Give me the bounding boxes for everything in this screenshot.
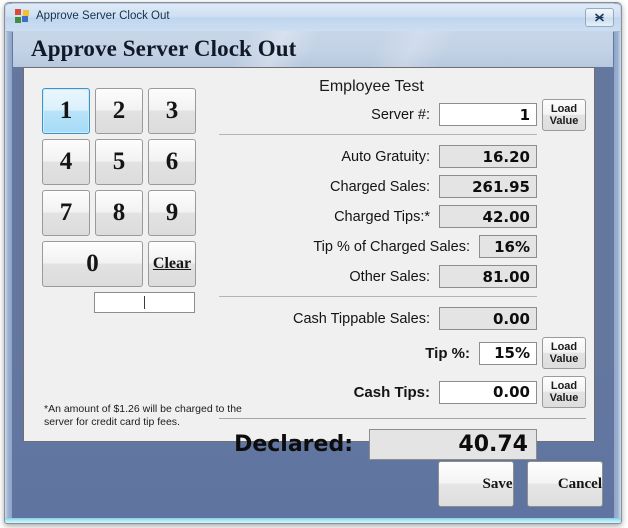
charged-tips-value: 42.00 xyxy=(439,205,537,228)
charged-tips-row: Charged Tips:* 42.00 xyxy=(219,204,586,229)
tip-percent-input[interactable]: 15% xyxy=(479,341,537,365)
keypad-key-1[interactable]: 1 xyxy=(42,88,90,134)
cash-tippable-sales-value: 0.00 xyxy=(439,307,537,330)
window-title: Approve Server Clock Out xyxy=(36,10,170,22)
tip-percent-of-charged-sales-row: Tip % of Charged Sales: 16% xyxy=(219,234,586,259)
other-sales-label: Other Sales: xyxy=(349,268,430,285)
cash-tips-label: Cash Tips: xyxy=(353,383,430,401)
tip-percent-label: Tip %: xyxy=(425,344,470,362)
keypad-key-2[interactable]: 2 xyxy=(95,88,143,134)
charged-sales-row: Charged Sales: 261.95 xyxy=(219,174,586,199)
keypad-row: 7 8 9 xyxy=(42,190,196,236)
application-window: Approve Server Clock Out Approve Server … xyxy=(4,2,622,524)
keypad-key-8[interactable]: 8 xyxy=(95,190,143,236)
section-divider-2 xyxy=(219,296,537,297)
cash-tips-input[interactable]: 0.00 xyxy=(439,380,537,404)
declared-row: Declared: 40.74 xyxy=(219,429,586,460)
keypad-key-5[interactable]: 5 xyxy=(95,139,143,185)
numeric-keypad: 1 2 3 4 5 6 7 8 9 0 Clear xyxy=(42,88,196,313)
keypad-row: 0 Clear xyxy=(42,241,196,287)
other-sales-row: Other Sales: 81.00 xyxy=(219,264,586,289)
keypad-key-3[interactable]: 3 xyxy=(148,88,196,134)
tip-percent-row: Tip %: 15% Load Value xyxy=(219,336,586,370)
keypad-key-0[interactable]: 0 xyxy=(42,241,143,287)
keypad-row: 1 2 3 xyxy=(42,88,196,134)
auto-gratuity-value: 16.20 xyxy=(439,145,537,168)
keypad-clear-button[interactable]: Clear xyxy=(148,241,196,287)
load-value-line2: Value xyxy=(549,353,579,365)
auto-gratuity-row: Auto Gratuity: 16.20 xyxy=(219,144,586,169)
dialog-footer: Save Cancel xyxy=(5,461,603,507)
window-frame-right-edge xyxy=(614,3,621,523)
cash-tips-load-value-button[interactable]: Load Value xyxy=(542,376,586,408)
declared-label: Declared: xyxy=(234,432,353,457)
tip-percent-of-charged-sales-value: 16% xyxy=(479,235,537,258)
close-icon xyxy=(594,13,605,22)
keypad-entry-input[interactable] xyxy=(94,292,195,313)
cash-tippable-sales-row: Cash Tippable Sales: 0.00 xyxy=(219,306,586,331)
keypad-key-6[interactable]: 6 xyxy=(148,139,196,185)
section-divider-1 xyxy=(219,134,537,135)
window-frame-bottom-edge xyxy=(5,518,621,523)
title-bar-left-group: Approve Server Clock Out xyxy=(15,9,170,24)
windows-logo-icon xyxy=(15,9,30,24)
desktop-background: Approve Server Clock Out Approve Server … xyxy=(0,0,628,528)
keypad-key-7[interactable]: 7 xyxy=(42,190,90,236)
clockout-form: Employee Test Server #: 1 Load Value Aut… xyxy=(219,78,586,460)
load-value-line1: Load xyxy=(550,380,578,392)
employee-name: Employee Test xyxy=(319,78,424,95)
server-number-load-value-button[interactable]: Load Value xyxy=(542,98,586,131)
server-number-row: Server #: 1 Load Value xyxy=(219,98,586,131)
declared-value: 40.74 xyxy=(369,429,537,460)
charged-tips-label: Charged Tips:* xyxy=(334,208,430,225)
load-value-line2: Value xyxy=(549,114,579,127)
server-number-input[interactable]: 1 xyxy=(439,103,537,126)
dialog-header-band: Approve Server Clock Out xyxy=(13,31,613,67)
cash-tippable-sales-label: Cash Tippable Sales: xyxy=(292,310,430,327)
page-title: Approve Server Clock Out xyxy=(31,36,297,61)
tip-percent-load-value-button[interactable]: Load Value xyxy=(542,337,586,369)
tip-percent-of-charged-sales-label: Tip % of Charged Sales: xyxy=(313,238,470,255)
main-content-panel: 1 2 3 4 5 6 7 8 9 0 Clear *An amount of … xyxy=(23,67,595,460)
cash-tips-row: Cash Tips: 0.00 Load Value xyxy=(219,375,586,409)
load-value-line1: Load xyxy=(550,341,578,353)
server-number-label: Server #: xyxy=(371,106,430,123)
charged-sales-value: 261.95 xyxy=(439,175,537,198)
keypad-key-4[interactable]: 4 xyxy=(42,139,90,185)
credit-card-fee-footnote: *An amount of $1.26 will be charged to t… xyxy=(44,403,242,428)
text-caret xyxy=(143,296,145,309)
save-button[interactable]: Save xyxy=(437,461,514,507)
title-bar[interactable]: Approve Server Clock Out xyxy=(6,4,620,32)
charged-sales-label: Charged Sales: xyxy=(330,178,430,195)
section-divider-3 xyxy=(219,418,586,419)
keypad-row: 4 5 6 xyxy=(42,139,196,185)
auto-gratuity-label: Auto Gratuity: xyxy=(341,148,430,165)
load-value-line2: Value xyxy=(549,392,579,404)
keypad-key-9[interactable]: 9 xyxy=(148,190,196,236)
window-frame-left-edge xyxy=(5,3,12,523)
other-sales-value: 81.00 xyxy=(439,265,537,288)
load-value-line1: Load xyxy=(550,102,578,115)
cancel-button[interactable]: Cancel xyxy=(527,461,603,507)
close-button[interactable] xyxy=(585,8,614,27)
